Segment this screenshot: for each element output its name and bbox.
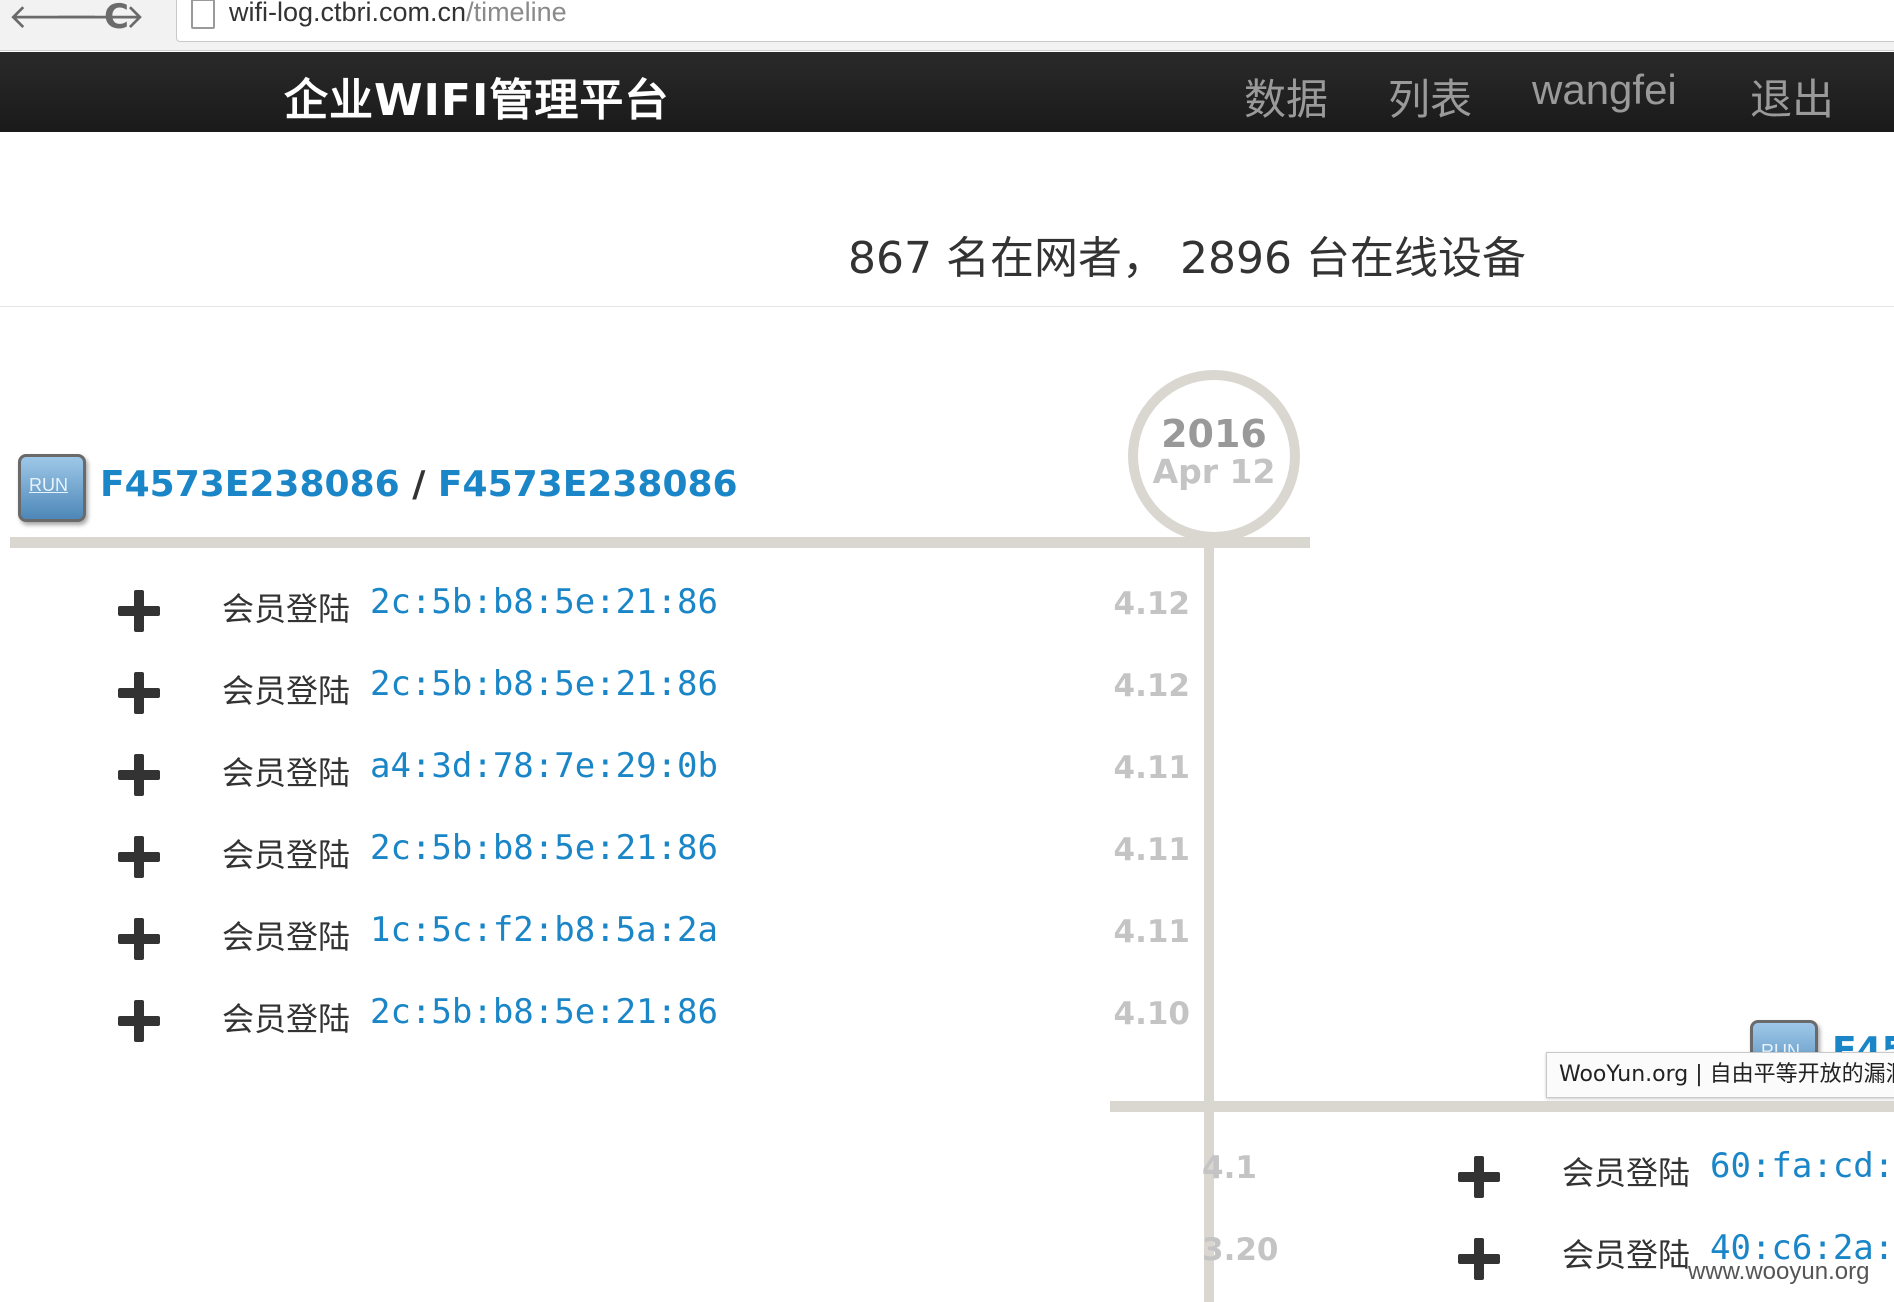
entry-date: 4.12 [1113,586,1191,622]
watermark-text: www.wooyun.org [1688,1258,1870,1285]
online-devices-count: 2896 [1179,233,1292,284]
timeline-entry: 会员登陆 2c:5b:b8:5e:21:86 4.11 [0,828,1200,890]
timeline-date: Apr 12 [1152,452,1276,491]
url-path: /timeline [466,0,567,27]
online-devices-text: 台在线设备 [1305,233,1526,284]
expand-plus-icon[interactable] [118,672,160,714]
timeline-entry: 4.1 会员登陆 60:fa:cd:1 [1202,1146,1894,1208]
device-id-link[interactable]: F4573E238086 [100,464,400,505]
expand-plus-icon[interactable] [118,754,160,796]
run-app-icon: RUN [18,454,86,522]
timeline-year: 2016 [1161,412,1267,456]
url-text: wifi-log.ctbri.com.cn/timeline [229,0,567,28]
entry-mac-link[interactable]: 60:fa:cd:1 [1710,1146,1894,1186]
forward-arrow-icon[interactable]: 🡒 [54,0,145,34]
run-icon-label: RUN [29,475,68,495]
entry-label: 会员登陆 [222,672,351,710]
entry-date: 4.10 [1113,996,1191,1032]
timeline-entry: 会员登陆 2c:5b:b8:5e:21:86 4.12 [0,664,1200,726]
url-host: wifi-log.ctbri.com.cn [229,0,467,27]
entry-date: 4.11 [1113,832,1191,868]
online-users-text: 名在网者， [945,233,1166,284]
summary-divider [0,306,1894,307]
timeline-entry: 会员登陆 1c:5c:f2:b8:5a:2a 4.11 [0,910,1200,972]
device-id-link[interactable]: F4573E238086 [438,464,738,505]
nav-link-data[interactable]: 数据 [1244,66,1328,127]
entry-date: 4.11 [1113,914,1191,950]
entry-mac-link[interactable]: a4:3d:78:7e:29:0b [370,746,718,786]
timeline-left-branch [10,537,1310,548]
expand-plus-icon[interactable] [118,918,160,960]
browser-toolbar: 🡐 🡒 C wifi-log.ctbri.com.cn/timeline [0,0,1894,51]
expand-plus-icon[interactable] [118,836,160,878]
entry-date: 3.20 [1202,1232,1279,1268]
entry-label: 会员登陆 [1562,1236,1691,1274]
page-icon [191,0,215,29]
nav-link-list[interactable]: 列表 [1388,66,1472,127]
expand-plus-icon[interactable] [1458,1156,1500,1198]
entry-mac-link[interactable]: 2c:5b:b8:5e:21:86 [370,582,718,622]
nav-link-logout[interactable]: 退出 [1750,66,1834,127]
entry-label: 会员登陆 [222,918,351,956]
top-navbar: 企业WIFI管理平台 数据 列表 wangfei 退出 [0,52,1894,132]
device-title-separator: / [412,464,426,505]
timeline-date-badge: 2016 Apr 12 [1128,370,1300,542]
entry-date: 4.12 [1113,668,1191,704]
device-title: F4573E238086 / F4573E238086 [100,464,738,505]
entry-date: 4.1 [1202,1150,1257,1186]
entry-mac-link[interactable]: 1c:5c:f2:b8:5a:2a [370,910,718,950]
timeline-entry: 会员登陆 2c:5b:b8:5e:21:86 4.10 [0,992,1200,1054]
entry-date: 4.11 [1113,750,1191,786]
entry-label: 会员登陆 [222,754,351,792]
nav-link-user[interactable]: wangfei [1532,66,1677,114]
entry-mac-link[interactable]: 2c:5b:b8:5e:21:86 [370,664,718,704]
reload-icon[interactable]: C [104,0,129,34]
expand-plus-icon[interactable] [1458,1238,1500,1280]
entry-mac-link[interactable]: 2c:5b:b8:5e:21:86 [370,992,718,1032]
tooltip: WooYun.org | 自由平等开放的漏洞报告平台 [1546,1052,1894,1098]
expand-plus-icon[interactable] [118,590,160,632]
entry-label: 会员登陆 [1562,1154,1691,1192]
brand-title[interactable]: 企业WIFI管理平台 [284,64,669,128]
online-users-count: 867 [848,233,932,284]
entry-label: 会员登陆 [222,836,351,874]
address-bar[interactable]: wifi-log.ctbri.com.cn/timeline [176,0,1894,42]
entry-mac-link[interactable]: 2c:5b:b8:5e:21:86 [370,828,718,868]
timeline-entry: 会员登陆 2c:5b:b8:5e:21:86 4.12 [0,582,1200,644]
timeline-entry: 会员登陆 a4:3d:78:7e:29:0b 4.11 [0,746,1200,808]
entry-label: 会员登陆 [222,590,351,628]
expand-plus-icon[interactable] [118,1000,160,1042]
entry-label: 会员登陆 [222,1000,351,1038]
timeline-right-branch [1110,1101,1894,1112]
